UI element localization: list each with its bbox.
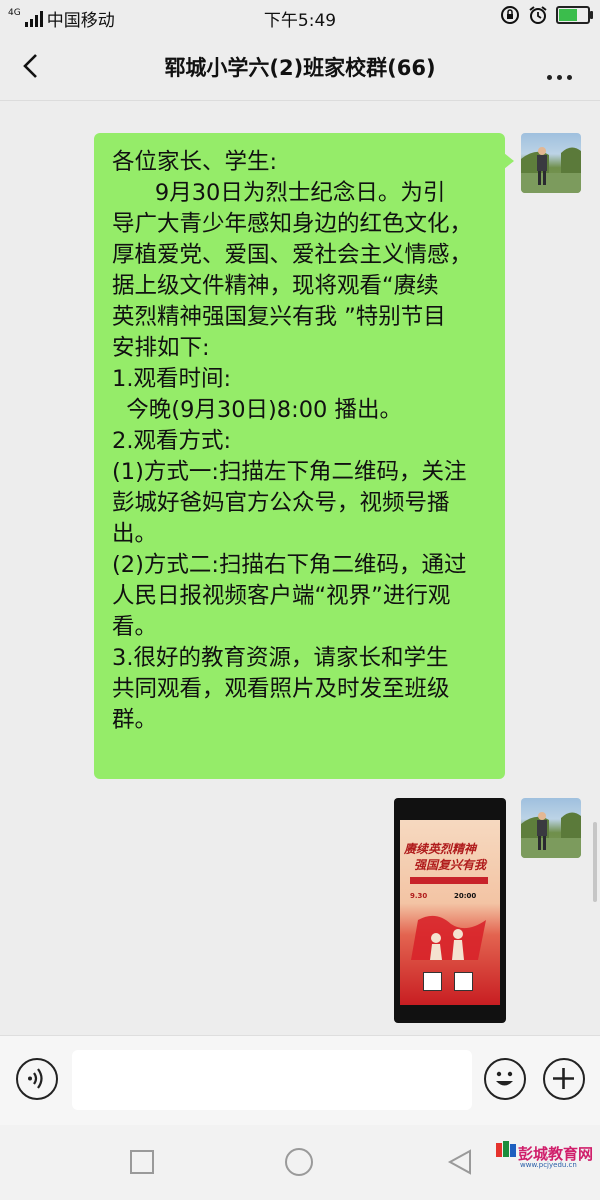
poster-title-line2: 强国复兴有我 — [414, 858, 487, 872]
plus-icon — [553, 1068, 574, 1089]
home-button[interactable] — [283, 1146, 315, 1178]
voice-icon — [28, 1068, 43, 1089]
poster-title-line1: 赓续英烈精神 — [404, 842, 477, 856]
status-bar: 4G 中国移动 下午5:49 — [0, 0, 600, 34]
message-line: 1.观看时间: — [112, 366, 232, 392]
avatar-photo — [521, 147, 581, 193]
poster-image: 赓续英烈精神 强国复兴有我 9.30 20:00 — [400, 820, 500, 1005]
message-line: 群。 — [112, 707, 158, 733]
message-line: 英烈精神强国复兴有我 ”特别节目 — [112, 304, 446, 330]
message-line: 共同观看，观看照片及时发至班级 — [112, 676, 450, 702]
message-line: 看。 — [112, 614, 158, 640]
voice-input-button[interactable] — [16, 1058, 58, 1100]
message-line: 彭城好爸妈官方公众号，视频号播 — [112, 490, 450, 516]
more-dots-icon — [547, 65, 581, 80]
message-line: 今晚(9月30日)8:00 播出。 — [112, 397, 402, 423]
poster-time: 20:00 — [454, 892, 477, 900]
qr-code-left — [423, 972, 442, 991]
message-line: 据上级文件精神，现将观看“赓续 — [112, 273, 439, 299]
qr-code-right — [454, 972, 473, 991]
watermark-url: www.pcjyedu.cn — [520, 1161, 577, 1169]
message-line: (2)方式二:扫描右下角二维码，通过 — [112, 552, 467, 578]
square-icon — [130, 1150, 154, 1174]
lock-rotation-icon — [501, 6, 519, 24]
message-line: 导广大青少年感知身边的红色文化， — [112, 211, 473, 237]
message-line: 2.观看方式: — [112, 428, 232, 454]
message-line: 人民日报视频客户端“视界”进行观 — [112, 583, 451, 609]
emoji-icon — [496, 1071, 513, 1086]
avatar[interactable] — [521, 798, 581, 858]
poster-date: 9.30 — [410, 892, 428, 900]
input-bar — [0, 1035, 600, 1126]
flag-silhouette-graphic — [411, 915, 486, 960]
status-icons — [500, 5, 593, 25]
recent-apps-button[interactable] — [126, 1146, 158, 1178]
battery-icon — [556, 6, 593, 24]
scrollbar[interactable] — [593, 822, 597, 902]
message-line: 3.很好的教育资源，请家长和学生 — [112, 645, 449, 671]
more-functions-button[interactable] — [543, 1058, 585, 1100]
more-options-button[interactable] — [544, 46, 584, 86]
chat-title: 郓城小学六(2)班家校群(66) — [164, 56, 436, 80]
message-line: 厚植爱党、爱国、爱社会主义情感， — [112, 242, 473, 268]
message-line: 各位家长、学生: — [112, 149, 278, 175]
image-message[interactable]: 赓续英烈精神 强国复兴有我 9.30 20:00 — [394, 798, 506, 1023]
message-line: (1)方式一:扫描左下角二维码，关注 — [112, 459, 467, 485]
book-logo-icon — [496, 1141, 516, 1157]
triangle-back-icon — [447, 1149, 471, 1175]
message-bubble[interactable]: 各位家长、学生: 9月30日为烈士纪念日。为引 导广大青少年感知身边的红色文化，… — [94, 133, 514, 779]
circle-icon — [285, 1148, 313, 1176]
avatar-photo — [521, 812, 581, 858]
system-nav-bar: 彭城教育网 www.pcjyedu.cn — [0, 1125, 600, 1200]
avatar[interactable] — [521, 133, 581, 193]
message-line: 安排如下: — [112, 335, 210, 361]
alarm-icon — [529, 6, 547, 24]
system-back-button[interactable] — [444, 1146, 476, 1178]
message-input[interactable] — [72, 1050, 472, 1110]
message-list[interactable]: 各位家长、学生: 9月30日为烈士纪念日。为引 导广大青少年感知身边的红色文化，… — [0, 100, 600, 1035]
emoji-button[interactable] — [484, 1058, 526, 1100]
message-line: 9月30日为烈士纪念日。为引 — [112, 180, 446, 206]
battery-level — [559, 9, 577, 21]
poster-banner — [410, 877, 488, 884]
message-line: 出。 — [112, 521, 158, 547]
chat-header: 郓城小学六(2)班家校群(66) — [0, 34, 600, 101]
